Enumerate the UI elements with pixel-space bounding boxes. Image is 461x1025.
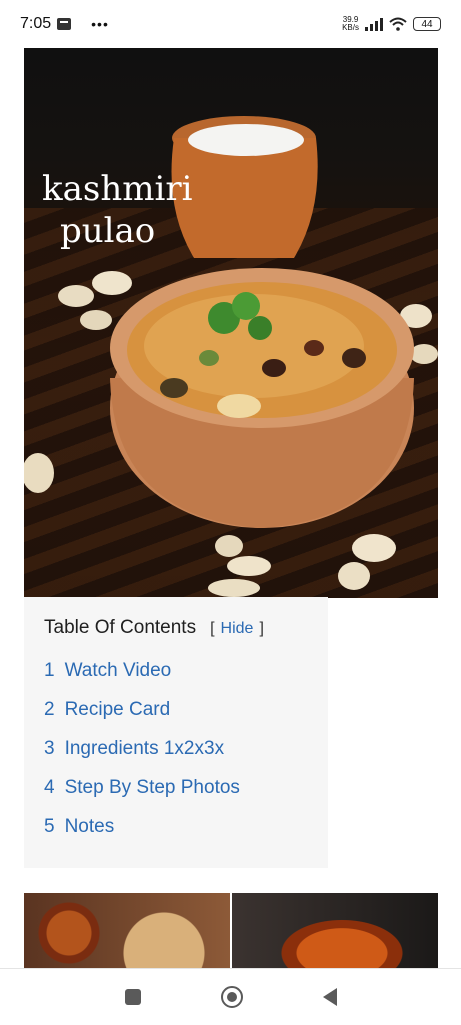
toc-header: Table Of Contents [ Hide] [44, 617, 308, 639]
status-left: 7:05 ••• [20, 15, 109, 33]
message-notification-icon [57, 18, 72, 30]
recipe-hero-image: kashmiri pulao [24, 48, 438, 598]
home-circle-icon[interactable] [220, 986, 243, 1008]
toc-toggle-open-bracket: [ [210, 620, 215, 637]
hero-title-line1: kashmiri [42, 169, 193, 209]
toc-item-recipe-card[interactable]: 2 Recipe Card [44, 690, 308, 729]
toc-hide-link[interactable]: Hide [221, 620, 254, 637]
toc-item-number: 3 [44, 738, 55, 759]
toc-item-label: Recipe Card [64, 699, 171, 720]
toc-item-number: 4 [44, 777, 55, 798]
toc-item-number: 5 [44, 816, 55, 837]
toc-toggle-close-bracket: ] [259, 620, 264, 637]
battery-icon: 44 [413, 17, 441, 31]
toc-item-step-by-step-photos[interactable]: 4 Step By Step Photos [44, 768, 308, 807]
toc-item-ingredients[interactable]: 3 Ingredients 1x2x3x [44, 729, 308, 768]
network-speed: 39.9 KB/s [342, 16, 359, 32]
toc-item-watch-video[interactable]: 1 Watch Video [44, 651, 308, 690]
status-right: 39.9 KB/s 44 [342, 16, 441, 32]
status-time: 7:05 [20, 15, 52, 32]
toc-item-number: 2 [44, 699, 55, 720]
toc-item-label: Ingredients 1x2x3x [64, 738, 225, 759]
pulao-photo-illustration [24, 116, 438, 597]
toc-list: 1 Watch Video 2 Recipe Card 3 Ingredients 1… [44, 651, 308, 846]
toc-item-notes[interactable]: 5 Notes [44, 807, 308, 846]
toc-item-label: Watch Video [64, 660, 172, 681]
network-speed-unit: KB/s [342, 23, 359, 32]
wifi-icon [389, 17, 407, 31]
toc-item-number: 1 [44, 660, 55, 681]
toc-title: Table Of Contents [44, 617, 197, 638]
signal-icon [365, 17, 383, 31]
hero-title: kashmiri pulao [42, 168, 192, 252]
related-recipe-thumbnail-curry-poori[interactable] [24, 893, 230, 973]
back-triangle-icon[interactable] [322, 988, 337, 1006]
toc-item-label: Notes [64, 816, 115, 837]
more-notifications-icon: ••• [91, 16, 109, 32]
hero-title-line2: pulao [60, 211, 156, 251]
related-recipe-thumbnail-paneer[interactable] [232, 893, 438, 973]
system-navigation-bar [0, 968, 461, 1025]
toc-toggle: [ Hide] [210, 620, 264, 638]
toc-item-label: Step By Step Photos [64, 777, 240, 798]
status-bar: 7:05 ••• 39.9 KB/s 44 [0, 0, 461, 48]
recents-square-icon[interactable] [124, 989, 141, 1005]
table-of-contents: Table Of Contents [ Hide] 1 Watch Video 2R… [24, 597, 328, 868]
